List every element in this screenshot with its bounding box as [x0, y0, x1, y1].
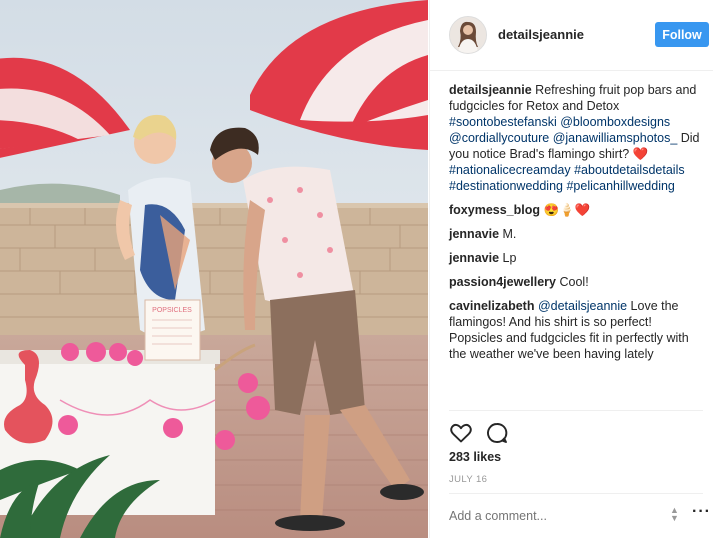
comment-link[interactable]: @janawilliamsphotos_ [553, 131, 678, 145]
comment-link[interactable]: #destinationwedding [449, 179, 563, 193]
comment-username[interactable]: detailsjeannie [449, 83, 532, 97]
comment-item: foxymess_blog 😍🍦❤️ [449, 202, 703, 218]
post-header: detailsjeannie Follow [430, 0, 713, 71]
comment-list: detailsjeannie Refreshing fruit pop bars… [449, 82, 703, 370]
post-photo[interactable]: POPSICLES [0, 0, 428, 538]
comment-item: passion4jewellery Cool! [449, 274, 703, 290]
avatar[interactable] [449, 16, 487, 54]
like-count[interactable]: 283 likes [449, 450, 501, 464]
comment-input[interactable] [449, 509, 669, 523]
comment-link[interactable]: @bloomboxdesigns [560, 115, 670, 129]
comment-username[interactable]: passion4jewellery [449, 275, 556, 289]
divider [449, 493, 703, 494]
comment-text: Lp [502, 251, 517, 265]
scroll-arrows[interactable]: ▲ ▼ [670, 506, 684, 526]
comment-link[interactable]: #aboutdetailsdetails [574, 163, 685, 177]
more-options-icon[interactable]: ··· [692, 503, 711, 521]
comment-text: 😍🍦❤️ [543, 203, 591, 217]
comment-link[interactable]: #soontobestefanski [449, 115, 557, 129]
comment-username[interactable]: cavinelizabeth [449, 299, 534, 313]
post-sidebar: detailsjeannie Follow detailsjeannie Ref… [429, 0, 713, 538]
follow-button[interactable]: Follow [655, 22, 709, 47]
avatar-image [450, 17, 486, 53]
comment-item: cavinelizabeth @detailsjeannie Love the … [449, 298, 703, 362]
comment-item: jennavie Lp [449, 250, 703, 266]
comment-username[interactable]: foxymess_blog [449, 203, 540, 217]
comment-text: M. [502, 227, 517, 241]
comment-username[interactable]: jennavie [449, 227, 499, 241]
divider [449, 410, 703, 411]
chevron-down-icon: ▼ [670, 513, 679, 523]
comment-link[interactable]: #nationalicecreamday [449, 163, 571, 177]
comment-icon[interactable] [485, 421, 509, 445]
post-date[interactable]: JULY 16 [449, 474, 487, 485]
popsicle-sign-title: POPSICLES [152, 307, 192, 314]
heart-icon[interactable] [449, 421, 473, 445]
comment-link[interactable]: @detailsjeannie [538, 299, 627, 313]
header-username[interactable]: detailsjeannie [498, 27, 584, 42]
photo-illustration: POPSICLES [0, 0, 428, 538]
comment-username[interactable]: jennavie [449, 251, 499, 265]
comment-link[interactable]: @cordiallycouture [449, 131, 549, 145]
comment-item: detailsjeannie Refreshing fruit pop bars… [449, 82, 703, 194]
comment-item: jennavie M. [449, 226, 703, 242]
instagram-post-modal: POPSICLES detailsjeannie Follow detailsj… [0, 0, 713, 538]
comment-link[interactable]: #pelicanhillwedding [566, 179, 674, 193]
comment-text: Cool! [559, 275, 589, 289]
